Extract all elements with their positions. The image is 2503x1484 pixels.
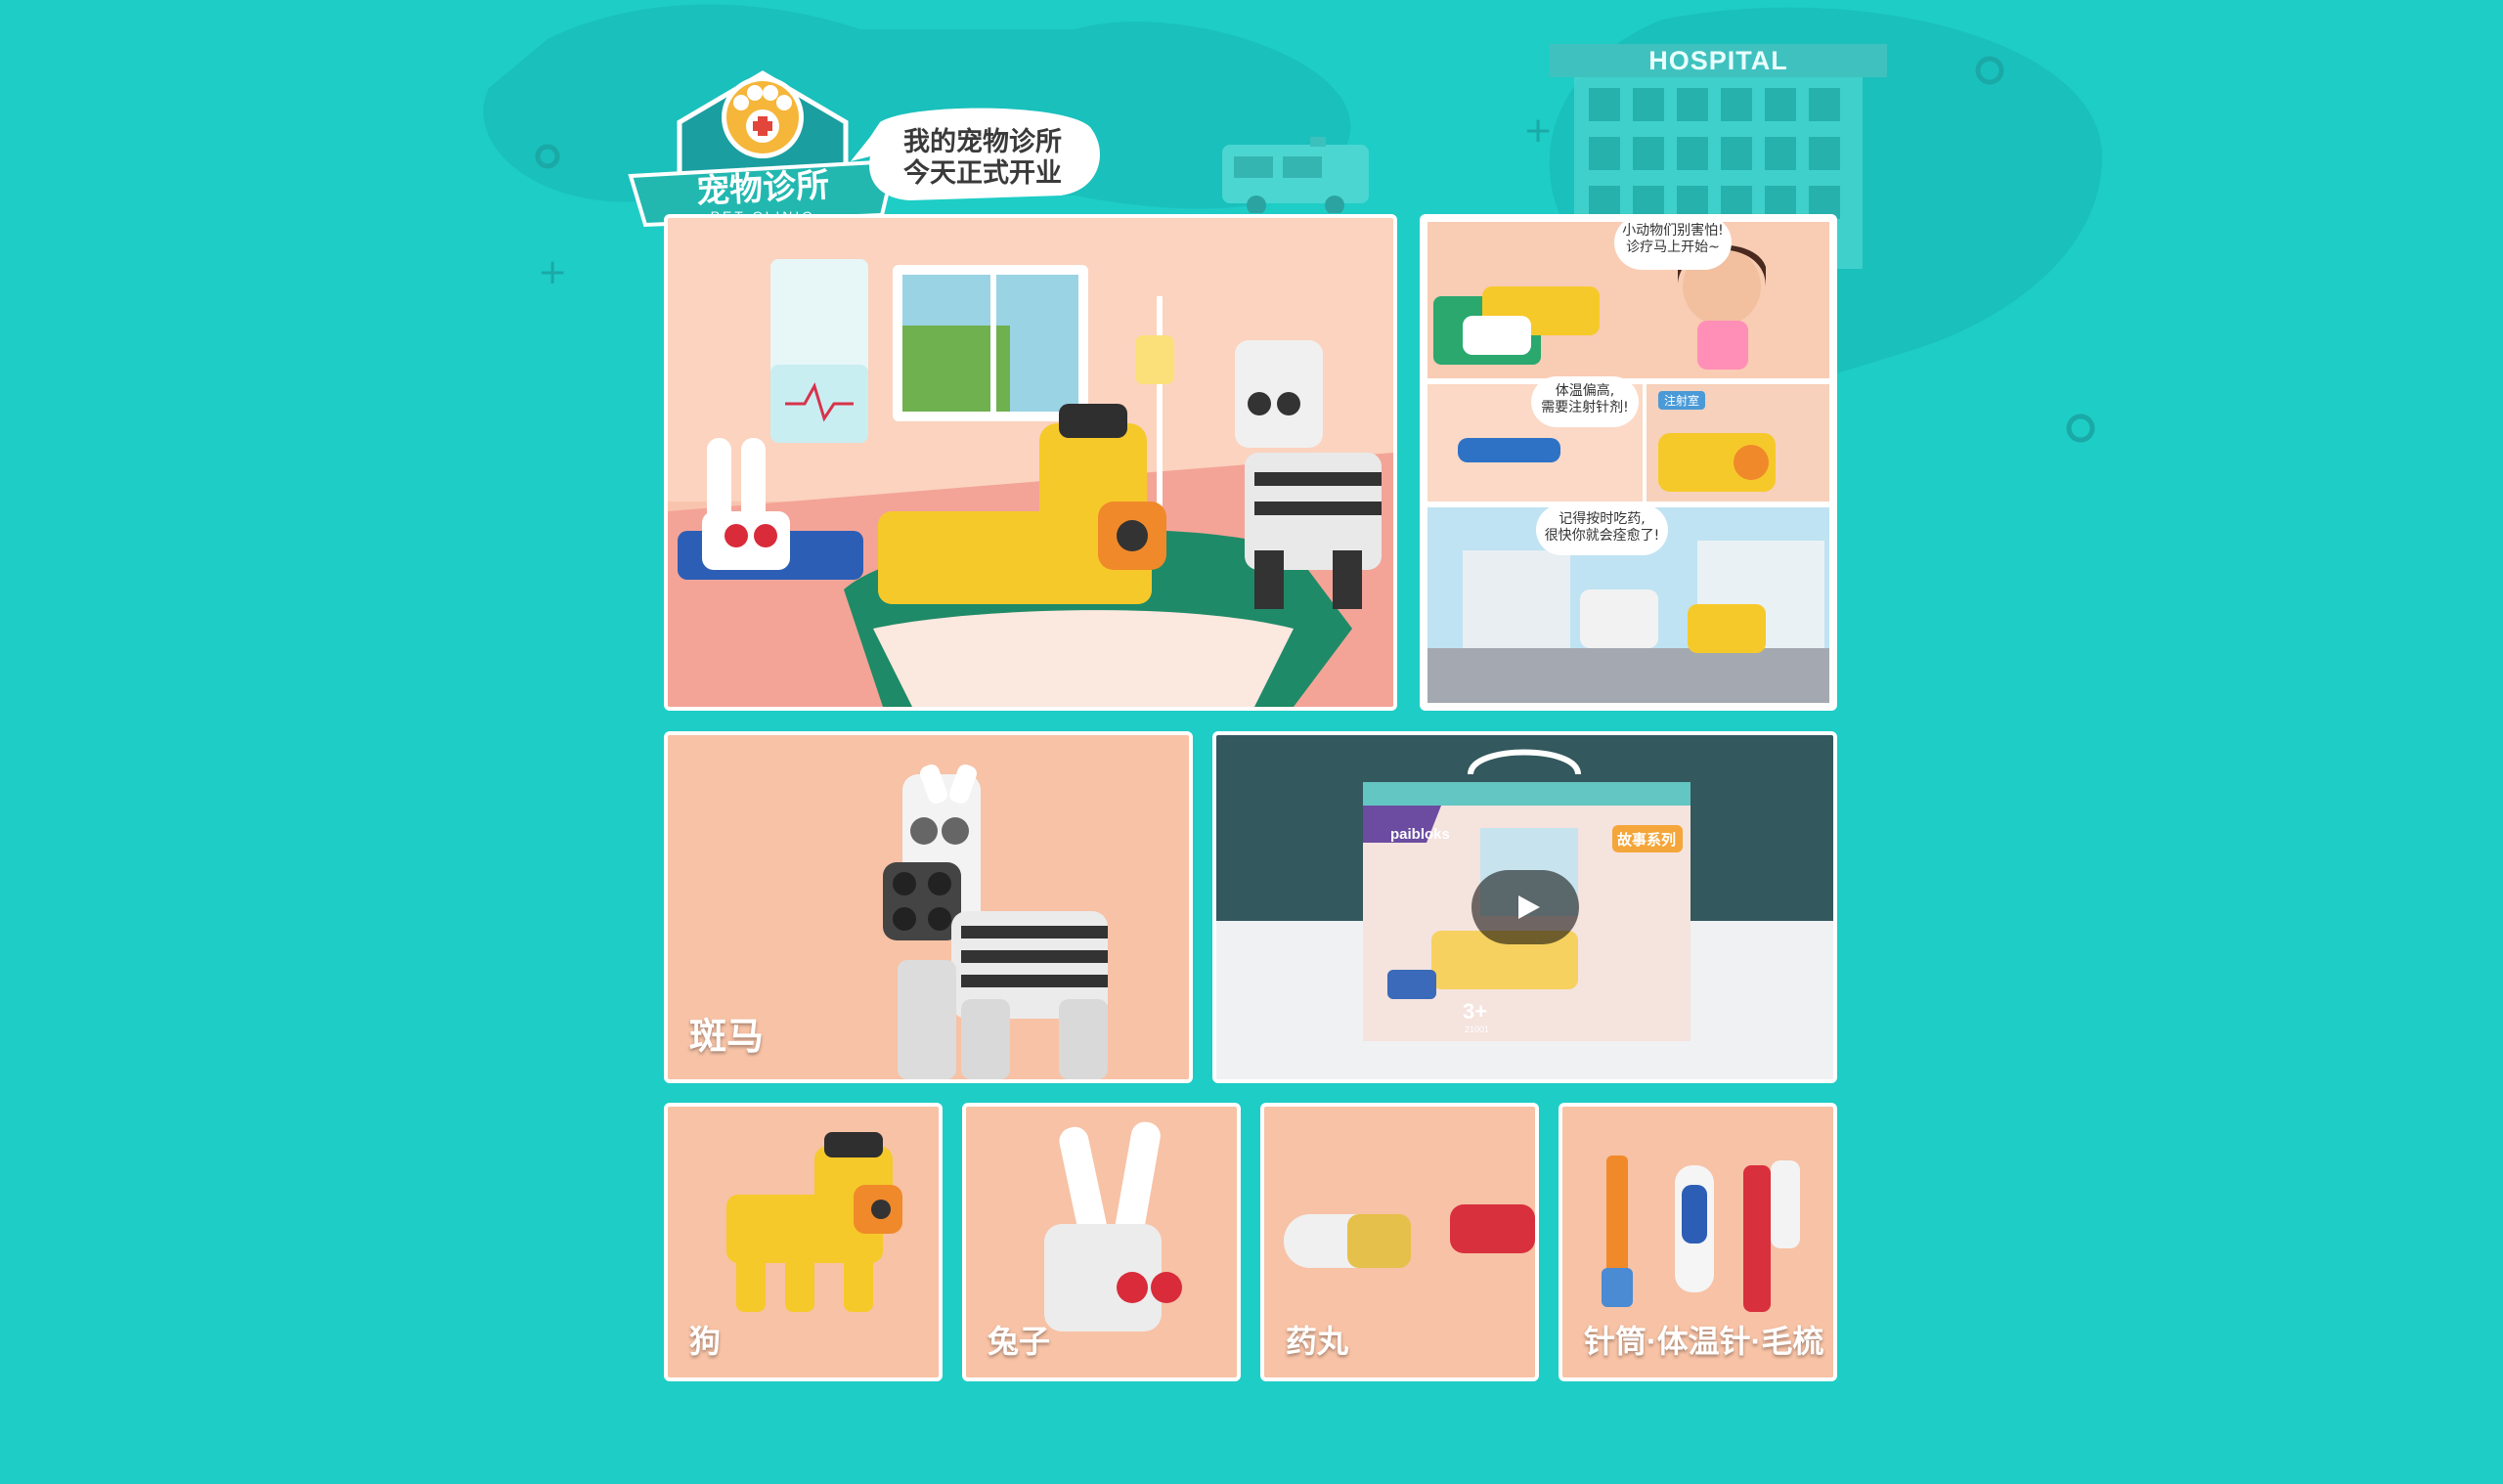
rabbit-tile: 兔子 [962, 1103, 1241, 1381]
rabbit-label: 兔子 [988, 1324, 1051, 1359]
dog-tile: 狗 [664, 1103, 943, 1381]
video-series: 故事系列 [1617, 832, 1677, 849]
product-video[interactable]: paibloks 故事系列 3+ 21001 [1212, 731, 1837, 1083]
bubble-2: 体温偏高, 需要注射针剂! [1531, 376, 1639, 427]
bubble-3-line-1: 记得按时吃药, [1559, 511, 1646, 527]
svg-text:+: + [1523, 110, 1553, 151]
ambulance-icon [1222, 137, 1369, 213]
video-age: 3+ [1463, 999, 1488, 1024]
dog-label: 狗 [689, 1324, 722, 1359]
bubble-3: 记得按时吃药, 很快你就会痊愈了! [1536, 504, 1668, 555]
pill-tile: 药丸 [1260, 1103, 1539, 1381]
bubble-1: 小动物们别害怕! 诊疗马上开始~ [1614, 218, 1732, 270]
bubble-3-line-2: 很快你就会痊愈了! [1544, 528, 1660, 544]
opening-speech-bubble: 我的宠物诊所 今天正式开业 [851, 103, 1110, 205]
video-brand: paibloks [1390, 826, 1450, 843]
svg-text:+: + [538, 252, 567, 292]
tools-tile: 针筒·体温针·毛梳 [1559, 1103, 1837, 1381]
tools-label: 针筒·体温针·毛梳 [1584, 1324, 1824, 1359]
zebra-tile: 斑马 [664, 731, 1193, 1083]
zebra-label: 斑马 [689, 1017, 765, 1058]
bubble-1-line-2: 诊疗马上开始~ [1626, 240, 1720, 255]
room-tag: 注射室 [1658, 391, 1706, 410]
story-illustration [1427, 222, 1829, 703]
hero-illustration [668, 218, 1393, 707]
video-code: 21001 [1465, 1025, 1490, 1034]
play-button[interactable] [1471, 870, 1579, 944]
pill-label: 药丸 [1286, 1324, 1349, 1359]
story-comic-panels: 小动物们别害怕! 诊疗马上开始~ 体温偏高, 需要注射针剂! 注射室 记得按时吃… [1420, 214, 1837, 711]
bubble-2-line-1: 体温偏高, [1555, 383, 1615, 399]
hospital-sign: HOSPITAL [1648, 46, 1788, 75]
hero-clinic-scene [664, 214, 1397, 711]
bubble-1-line-1: 小动物们别害怕! [1622, 223, 1724, 239]
speech-line-2: 今天正式开业 [903, 158, 1062, 188]
bubble-2-line-2: 需要注射针剂! [1541, 400, 1629, 415]
